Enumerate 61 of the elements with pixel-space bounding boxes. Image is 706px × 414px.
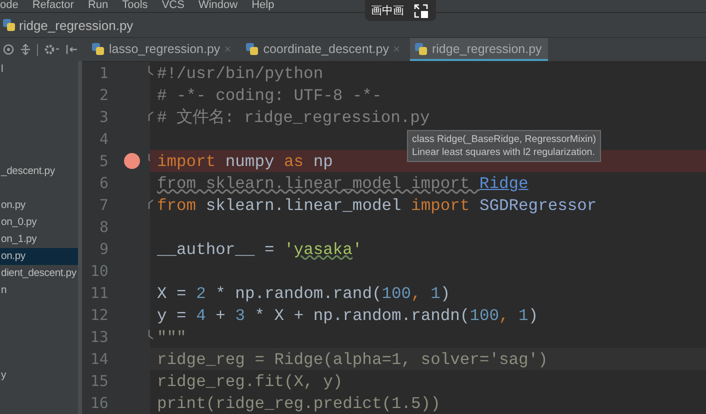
menu-item[interactable]: Window — [198, 0, 238, 11]
line-number: 2 — [98, 86, 108, 104]
breakpoint-icon[interactable] — [124, 153, 140, 169]
tree-item[interactable]: on_0.py — [0, 214, 78, 231]
target-icon[interactable] — [3, 44, 14, 55]
tree-item[interactable]: n — [0, 282, 78, 299]
code-line: X = 2 * np.random.rand(100, 1) — [157, 284, 450, 302]
menu-item[interactable]: Refactor — [32, 0, 74, 11]
line-number: 3 — [98, 108, 108, 126]
code-line: #!/usr/bin/python — [157, 64, 324, 82]
tooltip-text: Linear least squares with l2 regularization. — [412, 146, 596, 159]
line-number: 6 — [98, 174, 108, 192]
code-line: print(ridge_reg.predict(1.5)) — [157, 394, 440, 412]
code-line: # -*- coding: UTF-8 -*- — [157, 86, 382, 104]
breadcrumb-file[interactable]: ridge_regression.py — [19, 18, 134, 32]
tree-item[interactable]: on_1.py — [0, 231, 78, 248]
line-number: 5 — [98, 152, 108, 170]
tree-item[interactable]: _descent.py — [0, 163, 78, 180]
line-number: 11 — [89, 284, 108, 302]
tree-item[interactable]: dient_descent.py — [0, 265, 78, 282]
line-number: 4 — [98, 130, 108, 148]
fold-icon[interactable] — [148, 328, 154, 342]
editor-tab[interactable]: ridge_regression.py — [410, 38, 548, 61]
tree-item[interactable]: l — [0, 61, 78, 78]
code-line: from sklearn.linear_model import SGDRegressor — [157, 196, 597, 214]
menu-item[interactable]: Run — [88, 0, 108, 11]
collapse-icon[interactable] — [66, 44, 78, 55]
python-file-icon — [2, 18, 16, 32]
code-line: """ — [157, 328, 186, 346]
menu-item[interactable]: VCS — [162, 0, 184, 11]
line-number: 16 — [89, 394, 108, 412]
line-number: 14 — [89, 350, 108, 368]
code-line: __author__ = 'yasaka' — [157, 240, 362, 258]
tooltip-text: class Ridge(_BaseRidge, RegressorMixin) — [412, 133, 596, 146]
menu-item[interactable]: Help — [252, 0, 274, 11]
menu-item[interactable]: ode — [0, 0, 18, 11]
code-line: from sklearn.linear_model import Ridge — [157, 174, 528, 192]
line-number: 7 — [98, 196, 108, 214]
fold-icon[interactable] — [148, 64, 154, 78]
tree-item[interactable]: y — [0, 367, 78, 384]
expand-icon[interactable] — [414, 4, 428, 18]
split-icon[interactable] — [20, 44, 31, 55]
line-number: 8 — [98, 218, 108, 236]
settings-icon[interactable] — [44, 44, 60, 55]
tree-item[interactable]: on.py — [0, 197, 78, 214]
code-line: # 文件名: ridge_regression.py — [157, 107, 430, 128]
code-line: ridge_reg = Ridge(alpha=1, solver='sag') — [157, 350, 548, 368]
python-file-icon — [245, 42, 260, 56]
line-number: 12 — [89, 306, 108, 324]
menu-item[interactable]: Tools — [122, 0, 148, 11]
line-number: 9 — [98, 240, 108, 258]
line-number: 1 — [98, 64, 108, 82]
line-number: 13 — [89, 328, 108, 346]
python-file-icon — [414, 42, 428, 56]
code-line: y = 4 + 3 * X + np.random.randn(100, 1) — [157, 306, 538, 324]
python-file-icon — [91, 42, 105, 56]
code-line: import numpy as np — [157, 152, 333, 170]
line-number: 10 — [89, 262, 108, 280]
code-line: ridge_reg.fit(X, y) — [157, 372, 343, 390]
line-number: 15 — [89, 372, 108, 390]
tree-item[interactable]: on.py — [0, 248, 78, 265]
